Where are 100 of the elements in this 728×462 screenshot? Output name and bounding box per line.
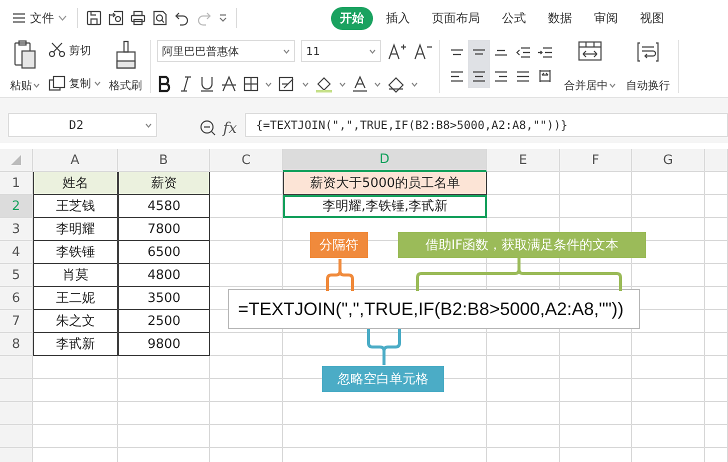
decrease-font-icon[interactable]: [413, 42, 433, 60]
table-cell: 王二妮: [33, 287, 118, 310]
empty-cell: [705, 172, 728, 195]
font-color-icon[interactable]: [352, 75, 368, 93]
caret-icon: [374, 82, 381, 86]
column-header[interactable]: A: [33, 149, 118, 172]
table-cell: 王芝钱: [33, 195, 118, 218]
row-header[interactable]: 1: [0, 172, 33, 195]
empty-cell: [705, 333, 728, 356]
fx-label[interactable]: fx: [223, 119, 238, 137]
format-painter-button[interactable]: 格式刷: [107, 40, 144, 93]
empty-cell: [705, 287, 728, 310]
caret-icon: [33, 83, 40, 88]
bold-icon[interactable]: [157, 75, 173, 93]
save-icon[interactable]: [86, 10, 102, 26]
row-header[interactable]: 8: [0, 333, 33, 356]
row-header[interactable]: 3: [0, 218, 33, 241]
ribbon-tab[interactable]: 页面布局: [423, 6, 489, 30]
ribbon-tab[interactable]: 公式: [493, 6, 535, 30]
table-cell: 肖莫: [33, 264, 118, 287]
caret-icon: [283, 48, 290, 54]
italic-icon[interactable]: [179, 75, 193, 93]
empty-cell: [705, 195, 728, 218]
undo-icon[interactable]: [174, 10, 190, 26]
font-size-field[interactable]: 11: [301, 40, 381, 62]
table-cell: 朱之文: [33, 310, 118, 333]
table-cell: 李甙新: [33, 333, 118, 356]
scissors-icon: [48, 42, 66, 58]
export-icon[interactable]: [108, 10, 124, 26]
brace-icon: [416, 256, 622, 291]
caret-icon: [339, 82, 346, 86]
caret-icon: [265, 82, 272, 86]
font-name-field[interactable]: 阿里巴巴普惠体: [157, 40, 295, 62]
merge-center-button[interactable]: 合并居中: [562, 40, 618, 93]
paste-button[interactable]: 粘贴: [8, 40, 42, 93]
align-icon: [517, 70, 529, 82]
dropdown-icon[interactable]: [218, 13, 228, 23]
clipboard-icon: [13, 40, 37, 70]
fill-pattern-icon[interactable]: [278, 75, 296, 93]
ribbon-tab[interactable]: 插入: [377, 6, 419, 30]
eraser-icon[interactable]: [387, 75, 405, 93]
align-icon: [495, 48, 507, 56]
align-icon: [451, 48, 463, 56]
brace-icon: [326, 259, 354, 291]
empty-cell: [560, 425, 632, 448]
zoom-icon[interactable]: [199, 119, 217, 137]
align-icon: [495, 70, 507, 82]
column-header[interactable]: B: [118, 149, 210, 172]
empty-cell: [705, 402, 728, 425]
cut-button[interactable]: 剪切: [48, 42, 101, 58]
print-icon[interactable]: [130, 10, 146, 26]
formula-field[interactable]: {=TEXTJOIN(",",TRUE,IF(B2:B8>5000,A2:A8,""))}: [245, 113, 728, 137]
column-header[interactable]: F: [560, 149, 632, 172]
table-cell: 姓名: [33, 172, 118, 195]
caret-icon: [94, 80, 101, 86]
align-icon: [473, 49, 485, 55]
wrap-text-button[interactable]: 自动换行: [624, 40, 672, 93]
ribbon-tab[interactable]: 审阅: [585, 6, 627, 30]
print-preview-icon[interactable]: [152, 10, 168, 26]
empty-cell: [705, 425, 728, 448]
table-cell: 3500: [118, 287, 210, 310]
ribbon-tab[interactable]: 数据: [539, 6, 581, 30]
align-center-button[interactable]: [468, 64, 490, 88]
menu-icon: [12, 12, 26, 24]
table-cell: 4580: [118, 195, 210, 218]
empty-cell: [705, 379, 728, 402]
empty-cell: [560, 402, 632, 425]
align-middle-button[interactable]: [468, 40, 490, 64]
align-icon: [538, 46, 552, 58]
empty-cell: [705, 310, 728, 333]
align-icon: [451, 70, 463, 82]
annotation-label: 忽略空白单元格: [322, 366, 444, 392]
table-cell: 薪资大于5000的员工名单: [283, 172, 487, 195]
align-icon: [516, 46, 530, 58]
row-header[interactable]: 7: [0, 310, 33, 333]
fill-color-icon[interactable]: [315, 75, 333, 93]
table-cell: 9800: [118, 333, 210, 356]
increase-font-icon[interactable]: [387, 42, 407, 60]
row-header[interactable]: 6: [0, 287, 33, 310]
empty-cell: [705, 356, 728, 379]
caret-icon: [302, 82, 309, 86]
strikethrough-icon[interactable]: [221, 75, 237, 93]
file-menu[interactable]: 文件: [8, 8, 71, 28]
borders-icon[interactable]: [243, 75, 259, 93]
underline-icon[interactable]: [199, 75, 215, 93]
copy-button[interactable]: 复制: [48, 75, 101, 91]
empty-cell: [560, 264, 632, 287]
ribbon-tab[interactable]: 视图: [631, 6, 673, 30]
empty-cell: [705, 241, 728, 264]
table-cell: 4800: [118, 264, 210, 287]
column-header[interactable]: G: [632, 149, 705, 172]
name-box[interactable]: D2: [8, 113, 157, 137]
row-header[interactable]: 4: [0, 241, 33, 264]
align-icon: [473, 70, 485, 82]
wrap-text-icon: [635, 40, 661, 64]
row-header[interactable]: 5: [0, 264, 33, 287]
column-header[interactable]: E: [487, 149, 560, 172]
column-header[interactable]: C: [210, 149, 283, 172]
caret-icon: [145, 122, 152, 128]
copy-icon: [48, 75, 66, 91]
